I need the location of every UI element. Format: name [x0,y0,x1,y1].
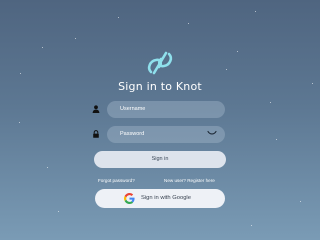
username-field[interactable]: Username [107,101,225,118]
password-placeholder: Password [120,131,145,137]
user-icon [92,105,100,113]
register-link[interactable]: New user? Register here [164,178,215,183]
username-placeholder: Username [120,106,146,112]
knot-logo-icon [147,51,173,75]
lock-icon [93,130,99,138]
signin-button[interactable]: Sign in [94,151,226,168]
forgot-password-link[interactable]: Forgot password? [98,178,135,183]
eye-icon[interactable] [207,130,217,136]
page-title: Sign in to Knot [118,80,202,93]
google-icon [124,193,135,204]
google-signin-label: Sign in with Google [141,195,191,201]
